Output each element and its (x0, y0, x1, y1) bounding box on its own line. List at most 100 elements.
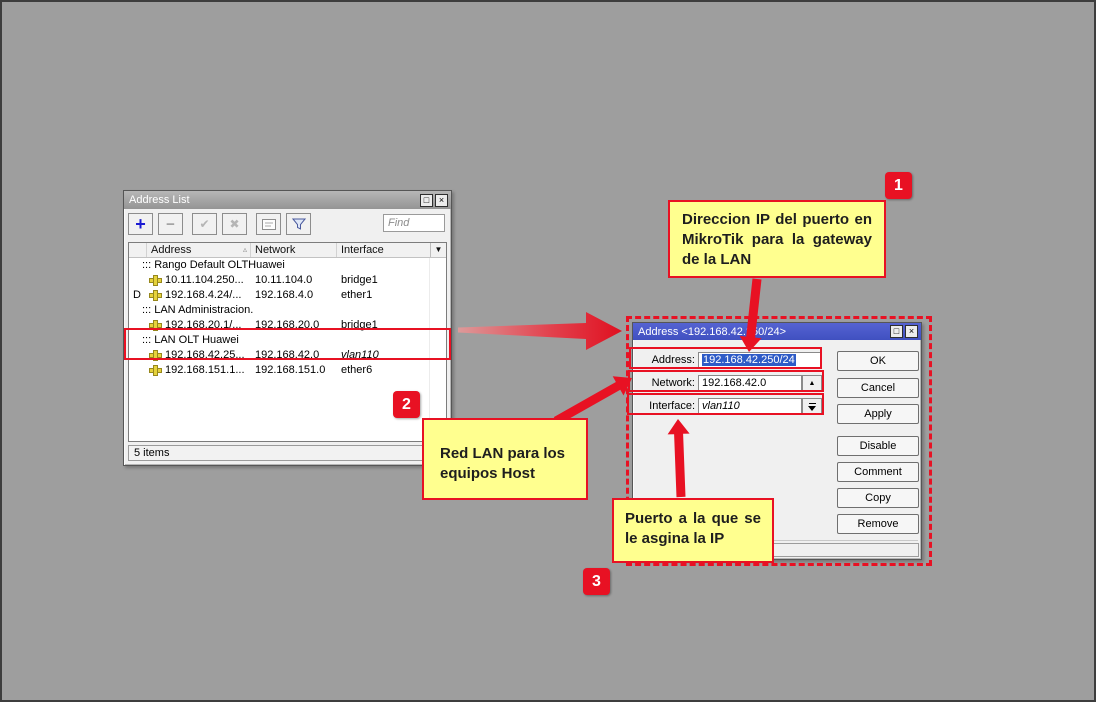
copy-button[interactable]: Copy (837, 488, 919, 508)
plus-icon: + (135, 214, 146, 235)
row-address-text: 192.168.4.24/... (165, 288, 241, 303)
row-interface-text: bridge1 (337, 273, 446, 288)
disable-button[interactable]: Disable (837, 436, 919, 456)
address-row[interactable]: D192.168.4.24/...192.168.4.0ether1 (129, 288, 446, 303)
network-collapse-button[interactable]: ▲ (802, 375, 822, 392)
ip-address-icon (150, 321, 161, 330)
find-input[interactable] (383, 214, 445, 232)
minus-icon: − (166, 216, 175, 233)
callout-interface-port-text: Puerto a la que se le asgina la IP (625, 510, 761, 547)
interface-dropdown-button[interactable] (802, 398, 822, 415)
row-network-text: 192.168.151.0 (251, 363, 337, 378)
remove-button[interactable]: Remove (837, 514, 919, 534)
address-dialog-titlebar[interactable]: Address <192.168.42.250/24> □ × (633, 323, 921, 340)
remove-button[interactable]: − (158, 213, 183, 235)
row-address-cell: 192.168.4.24/... (147, 288, 251, 303)
network-field-value: 192.168.42.0 (702, 377, 766, 389)
row-address-cell: 10.11.104.250... (147, 273, 251, 288)
comment-text: ::: LAN Administracion. (142, 303, 253, 318)
network-column-label: Network (255, 244, 295, 256)
enable-button[interactable]: ✔ (192, 213, 217, 235)
interface-field-label: Interface: (637, 400, 695, 412)
check-icon: ✔ (199, 217, 209, 231)
callout-lan-network: Red LAN para los equipos Host (422, 418, 588, 500)
comment-text: ::: LAN OLT Huawei (142, 333, 239, 348)
address-field-label: Address: (637, 354, 695, 366)
row-address-text: 192.168.20.1/... (165, 318, 241, 333)
row-interface-text: ether6 (337, 363, 446, 378)
interface-field[interactable]: vlan110 (698, 398, 802, 415)
items-count: 5 items (134, 447, 169, 459)
network-column-header[interactable]: Network (251, 243, 337, 257)
comment-row[interactable]: ::: LAN Administracion. (129, 303, 446, 318)
window-title: Address List (129, 194, 190, 206)
address-list-window: Address List □ × + − ✔ ✖ (123, 190, 452, 466)
row-address-cell: 192.168.20.1/... (147, 318, 251, 333)
ip-address-icon (150, 291, 161, 300)
address-row[interactable]: 192.168.20.1/... 192.168.20.0bridge1 (129, 318, 446, 333)
flag-column-header[interactable] (129, 243, 147, 257)
address-field-value: 192.168.42.250/24 (702, 354, 796, 366)
address-column-label: Address (151, 243, 191, 257)
chevron-down-icon: ▼ (435, 245, 443, 254)
comment-button[interactable] (256, 213, 281, 235)
table-header: Address ▵ Network Interface ▼ (129, 243, 446, 258)
filter-icon (292, 218, 306, 230)
maximize-icon[interactable]: □ (890, 325, 903, 338)
disable-button[interactable]: ✖ (222, 213, 247, 235)
dropdown-icon (808, 403, 817, 411)
row-interface-text: bridge1 (337, 318, 446, 333)
callout-interface-port: Puerto a la que se le asgina la IP (612, 498, 774, 563)
callout-lan-network-text: Red LAN para los equipos Host (440, 445, 565, 482)
interface-column-label: Interface (341, 244, 384, 256)
row-address-cell: 192.168.42.25... (147, 348, 251, 363)
cross-icon: ✖ (229, 217, 239, 231)
ip-address-icon (150, 351, 161, 360)
address-row[interactable]: 192.168.151.1... 192.168.151.0ether6 (129, 363, 446, 378)
row-address-cell: 192.168.151.1... (147, 363, 251, 378)
callout-gateway-ip-text: Direccion IP del puerto en MikroTik para… (682, 211, 872, 268)
row-interface-text: ether1 (337, 288, 446, 303)
row-address-text: 10.11.104.250... (165, 273, 244, 288)
step-badge-1: 1 (885, 172, 912, 199)
address-column-header[interactable]: Address ▵ (147, 243, 251, 257)
address-field[interactable]: 192.168.42.250/24 (698, 352, 822, 369)
comment-text: ::: Rango Default OLTHuawei (142, 258, 285, 273)
row-network-text: 192.168.20.0 (251, 318, 337, 333)
add-button[interactable]: + (128, 213, 153, 235)
address-row[interactable]: 192.168.42.25... 192.168.42.0vlan110 (129, 348, 446, 363)
close-icon[interactable]: × (435, 194, 448, 207)
callout-gateway-ip: Direccion IP del puerto en MikroTik para… (668, 200, 886, 278)
column-select-button[interactable]: ▼ (430, 243, 446, 257)
apply-button[interactable]: Apply (837, 404, 919, 424)
address-list-titlebar[interactable]: Address List □ × (124, 191, 451, 209)
status-bar: 5 items (128, 445, 447, 461)
screenshot-canvas: Address List □ × + − ✔ ✖ (0, 0, 1096, 702)
cancel-button[interactable]: Cancel (837, 378, 919, 398)
sort-asc-icon: ▵ (243, 246, 247, 254)
comment-button[interactable]: Comment (837, 462, 919, 482)
row-interface-text: vlan110 (337, 348, 446, 363)
interface-field-value: vlan110 (702, 400, 740, 412)
comment-row[interactable]: ::: Rango Default OLTHuawei (129, 258, 446, 273)
step-badge-2: 2 (393, 391, 420, 418)
row-address-text: 192.168.151.1... (165, 363, 245, 378)
row-network-text: 10.11.104.0 (251, 273, 337, 288)
ok-button[interactable]: OK (837, 351, 919, 371)
row-network-text: 192.168.42.0 (251, 348, 337, 363)
address-list-toolbar: + − ✔ ✖ (124, 209, 451, 239)
network-field[interactable]: 192.168.42.0 (698, 375, 802, 392)
address-row[interactable]: 10.11.104.250... 10.11.104.0bridge1 (129, 273, 446, 288)
close-icon[interactable]: × (905, 325, 918, 338)
step-badge-3: 3 (583, 568, 610, 595)
comment-row[interactable]: ::: LAN OLT Huawei (129, 333, 446, 348)
filter-button[interactable] (286, 213, 311, 235)
ip-address-icon (150, 276, 161, 285)
row-address-text: 192.168.42.25... (165, 348, 245, 363)
maximize-icon[interactable]: □ (420, 194, 433, 207)
arrow-up-icon: ▲ (809, 380, 816, 387)
network-field-label: Network: (637, 377, 695, 389)
comment-icon (262, 219, 276, 230)
row-network-text: 192.168.4.0 (251, 288, 337, 303)
table-rows: ::: Rango Default OLTHuawei10.11.104.250… (129, 258, 446, 378)
